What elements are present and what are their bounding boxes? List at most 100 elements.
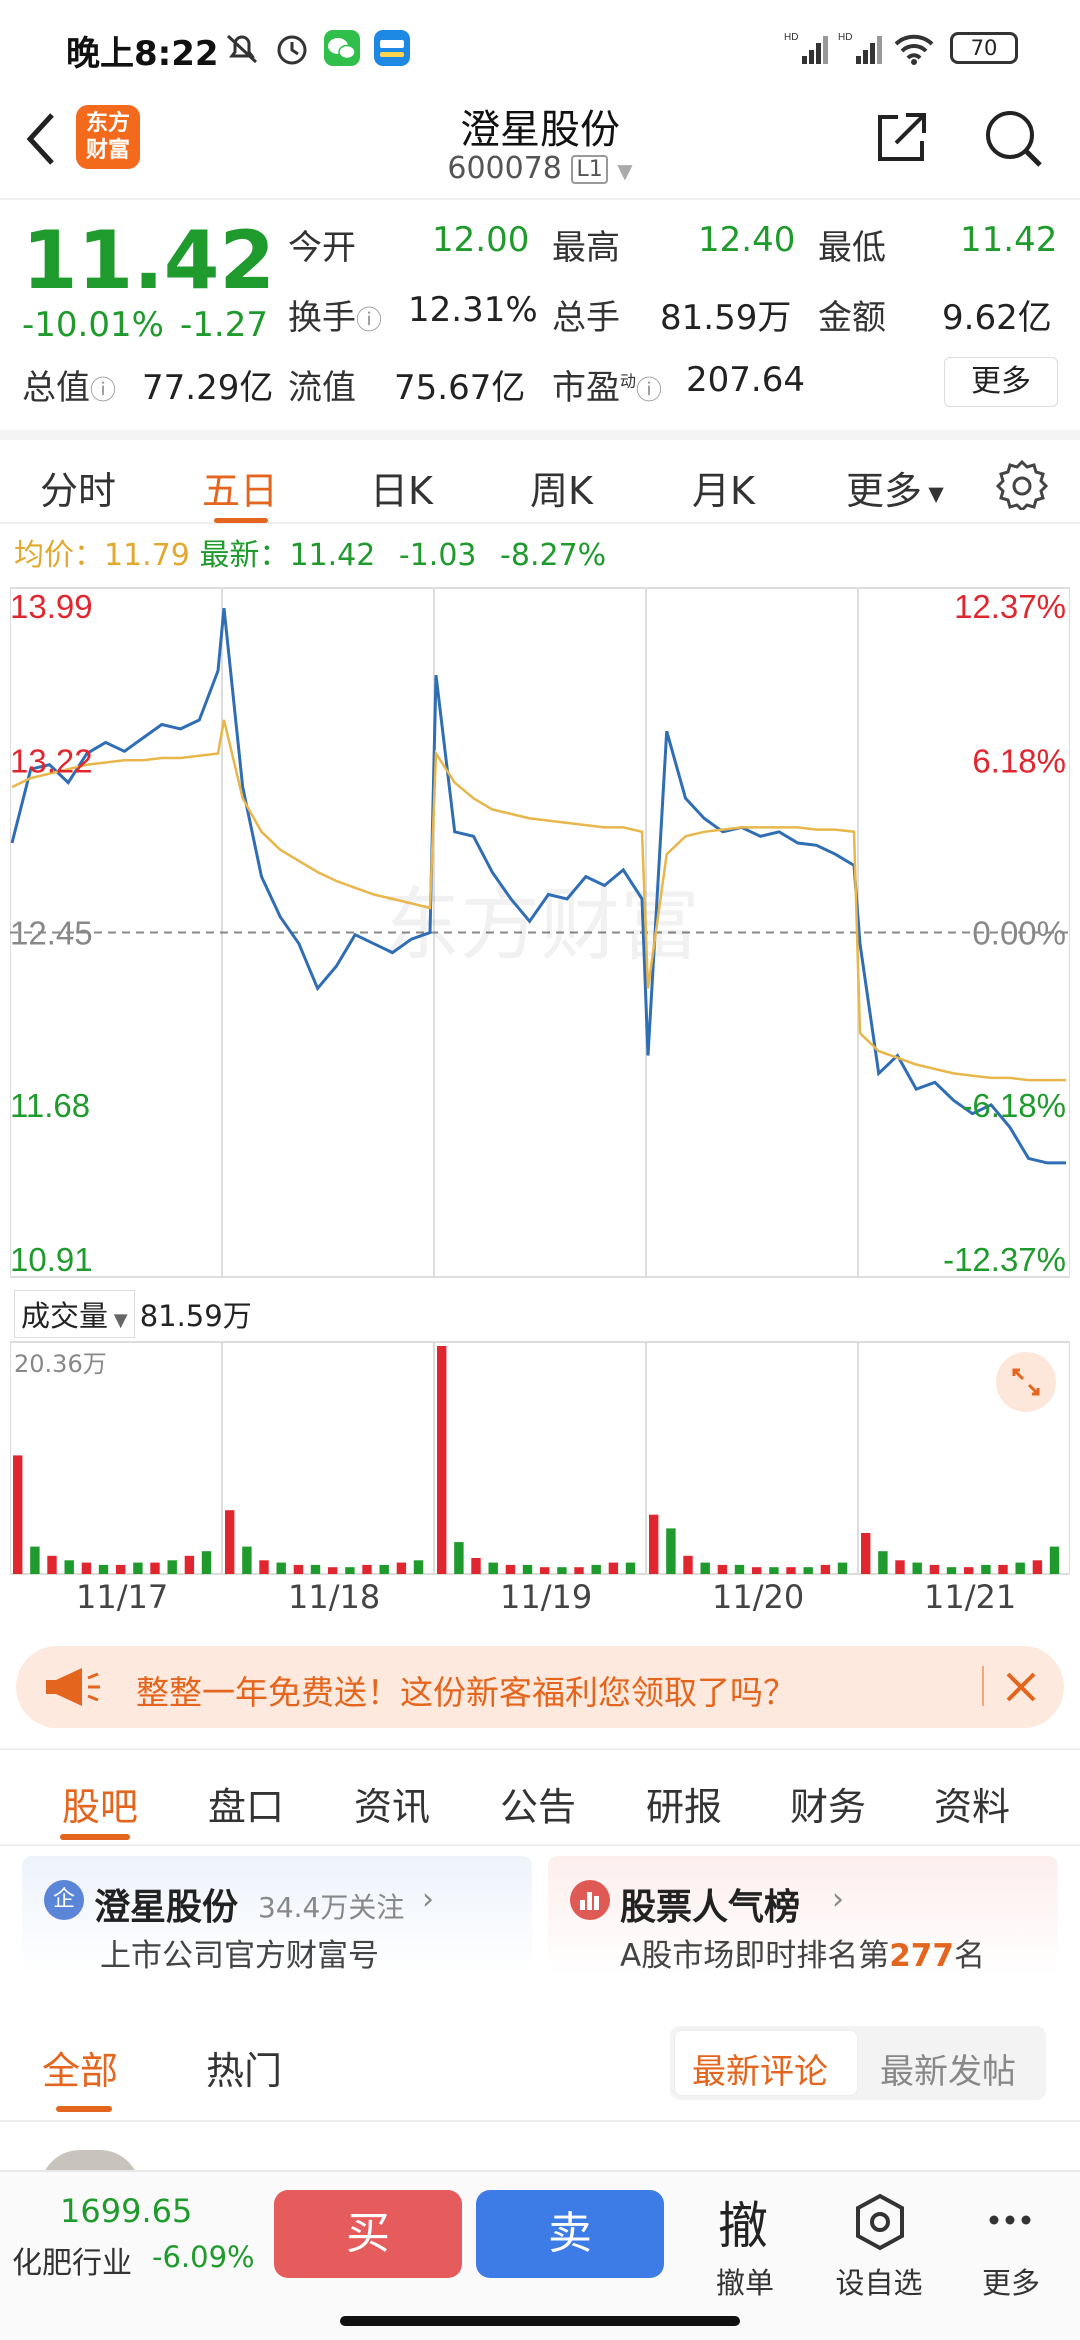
volume-bar	[540, 1567, 550, 1574]
tab-pankou[interactable]: 盘口	[208, 1776, 284, 1831]
pe-value: 207.64	[686, 360, 805, 400]
comment-tabs: 全部 热门 最新评论 最新发帖	[0, 2022, 1080, 2122]
volume-bar	[328, 1567, 338, 1574]
tab-all[interactable]: 全部	[42, 2040, 118, 2095]
volume-chart[interactable]	[10, 1338, 1070, 1578]
volume-bar	[437, 1346, 447, 1574]
avg-value: 11.79	[104, 538, 190, 573]
date-label: 11/21	[924, 1578, 1017, 1616]
industry-name[interactable]: 化肥行业	[12, 2238, 132, 2282]
tab-weekly-k[interactable]: 周K	[530, 460, 593, 515]
rank-chart-icon	[570, 1880, 610, 1920]
y-tick-right: -6.18%	[961, 1087, 1066, 1124]
volume-bar	[133, 1562, 143, 1574]
volume-bar	[625, 1562, 636, 1574]
open-value: 12.00	[432, 220, 530, 260]
expand-button[interactable]	[996, 1352, 1056, 1412]
promo-banner[interactable]: 整整一年免费送！这份新客福利您领取了吗？	[16, 1646, 1064, 1728]
cancel-order-label[interactable]: 撤单	[690, 2260, 800, 2302]
popularity-card[interactable]: 股票人气榜 › A股市场即时排名第277名	[548, 1856, 1058, 1976]
last-label: 最新：	[199, 538, 290, 573]
volume-bar	[396, 1562, 407, 1574]
active-tab-indicator	[214, 518, 268, 523]
search-icon[interactable]	[980, 105, 1046, 171]
more-icon[interactable]	[986, 2210, 1034, 2230]
tab-hot[interactable]: 热门	[206, 2040, 282, 2095]
tab-guba[interactable]: 股吧	[62, 1776, 138, 1831]
tab-announcement[interactable]: 公告	[500, 1776, 576, 1831]
svg-text:HD: HD	[784, 32, 798, 43]
volume-bar	[769, 1567, 779, 1574]
battery-level: 70	[970, 36, 998, 60]
float-value: 75.67亿	[394, 368, 526, 408]
company-followers: 34.4万关注	[258, 1891, 405, 1924]
date-label: 11/17	[76, 1578, 169, 1616]
watchlist-label[interactable]: 设自选	[824, 2260, 934, 2302]
section-tabs: 股吧 盘口 资讯 公告 研报 财务 资料	[0, 1748, 1080, 1846]
sort-newest-post[interactable]: 最新发帖	[880, 2044, 1016, 2093]
current-price: 11.42	[22, 214, 276, 307]
tab-research[interactable]: 研报	[646, 1776, 722, 1831]
volume-label: 总手	[552, 298, 620, 338]
banner-text: 整整一年免费送！这份新客福利您领取了吗？	[136, 1673, 796, 1712]
bottom-bar: 1699.65 化肥行业 -6.09% 买 卖 撤 撤单 设自选 更多	[0, 2170, 1080, 2340]
volume-bar	[912, 1562, 922, 1574]
volume-bar	[878, 1551, 888, 1574]
volume-bar	[946, 1567, 957, 1574]
mktcap-value: 77.29亿	[142, 368, 274, 408]
wifi-icon	[894, 34, 934, 65]
sell-button[interactable]: 卖	[476, 2190, 664, 2278]
volume-bar	[717, 1564, 728, 1574]
volume-value: 81.59万	[660, 298, 792, 338]
volume-bar	[837, 1562, 848, 1574]
chevron-right-icon: ›	[832, 1882, 844, 1917]
turnover-value: 12.31%	[408, 290, 538, 330]
volume-bar	[700, 1562, 710, 1574]
volume-bar	[345, 1567, 355, 1574]
pe-label: 市盈动ⓘ	[552, 368, 663, 408]
avg-price-row: 均价：11.79 最新：11.42 -1.03 -8.27%	[14, 530, 606, 574]
volume-bar	[895, 1560, 905, 1574]
tab-intraday[interactable]: 分时	[40, 460, 116, 515]
megaphone-icon	[46, 1668, 100, 1706]
volume-bar	[752, 1567, 762, 1574]
stock-code: 600078	[447, 151, 562, 186]
volume-selector[interactable]: 成交量 ▼	[14, 1290, 135, 1338]
volume-bar	[201, 1551, 212, 1574]
close-icon[interactable]	[1002, 1668, 1040, 1706]
turnover-label: 换手ⓘ	[288, 298, 383, 338]
volume-total: 81.59万	[139, 1299, 252, 1333]
cancel-order-icon[interactable]: 撤	[718, 2186, 768, 2258]
share-icon[interactable]	[872, 107, 932, 167]
tab-more[interactable]: 更多 ▼	[846, 460, 944, 515]
tab-profile[interactable]: 资料	[934, 1776, 1010, 1831]
industry-index[interactable]: 1699.65	[60, 2192, 192, 2230]
watchlist-icon[interactable]	[852, 2192, 908, 2252]
app-notification-icon	[374, 30, 410, 66]
rank-sub: A股市场即时排名第277名	[620, 1938, 985, 1974]
high-label: 最高	[552, 228, 620, 268]
tab-finance[interactable]: 财务	[790, 1776, 866, 1831]
settings-icon[interactable]	[996, 458, 1048, 510]
volume-bar	[608, 1562, 619, 1574]
company-card[interactable]: 企 澄星股份 34.4万关注 › 上市公司官方财富号	[22, 1856, 532, 1976]
tab-five-day[interactable]: 五日	[202, 460, 278, 515]
alarm-icon	[277, 35, 307, 65]
industry-change: -6.09%	[152, 2240, 255, 2274]
volume-bar	[666, 1528, 676, 1574]
tab-monthly-k[interactable]: 月K	[692, 460, 755, 515]
high-value: 12.40	[698, 220, 796, 260]
five-day-chart[interactable]: 东方财富13.99 12.37%13.22 6.18%12.45 0.00%11.68…	[10, 580, 1070, 1285]
tab-news[interactable]: 资讯	[354, 1776, 430, 1831]
more-label[interactable]: 更多	[956, 2260, 1066, 2302]
svg-text:HD: HD	[838, 32, 852, 43]
chevron-right-icon: ›	[422, 1882, 434, 1917]
tab-daily-k[interactable]: 日K	[370, 460, 433, 515]
volume-bar	[471, 1558, 481, 1574]
sort-newest-comment[interactable]: 最新评论	[692, 2044, 828, 2093]
more-quote-button[interactable]: 更多	[944, 357, 1058, 407]
buy-button[interactable]: 买	[274, 2190, 462, 2278]
y-tick-left: 13.99	[10, 588, 93, 625]
avg-label: 均价：	[14, 538, 104, 573]
volume-bar	[981, 1564, 991, 1574]
